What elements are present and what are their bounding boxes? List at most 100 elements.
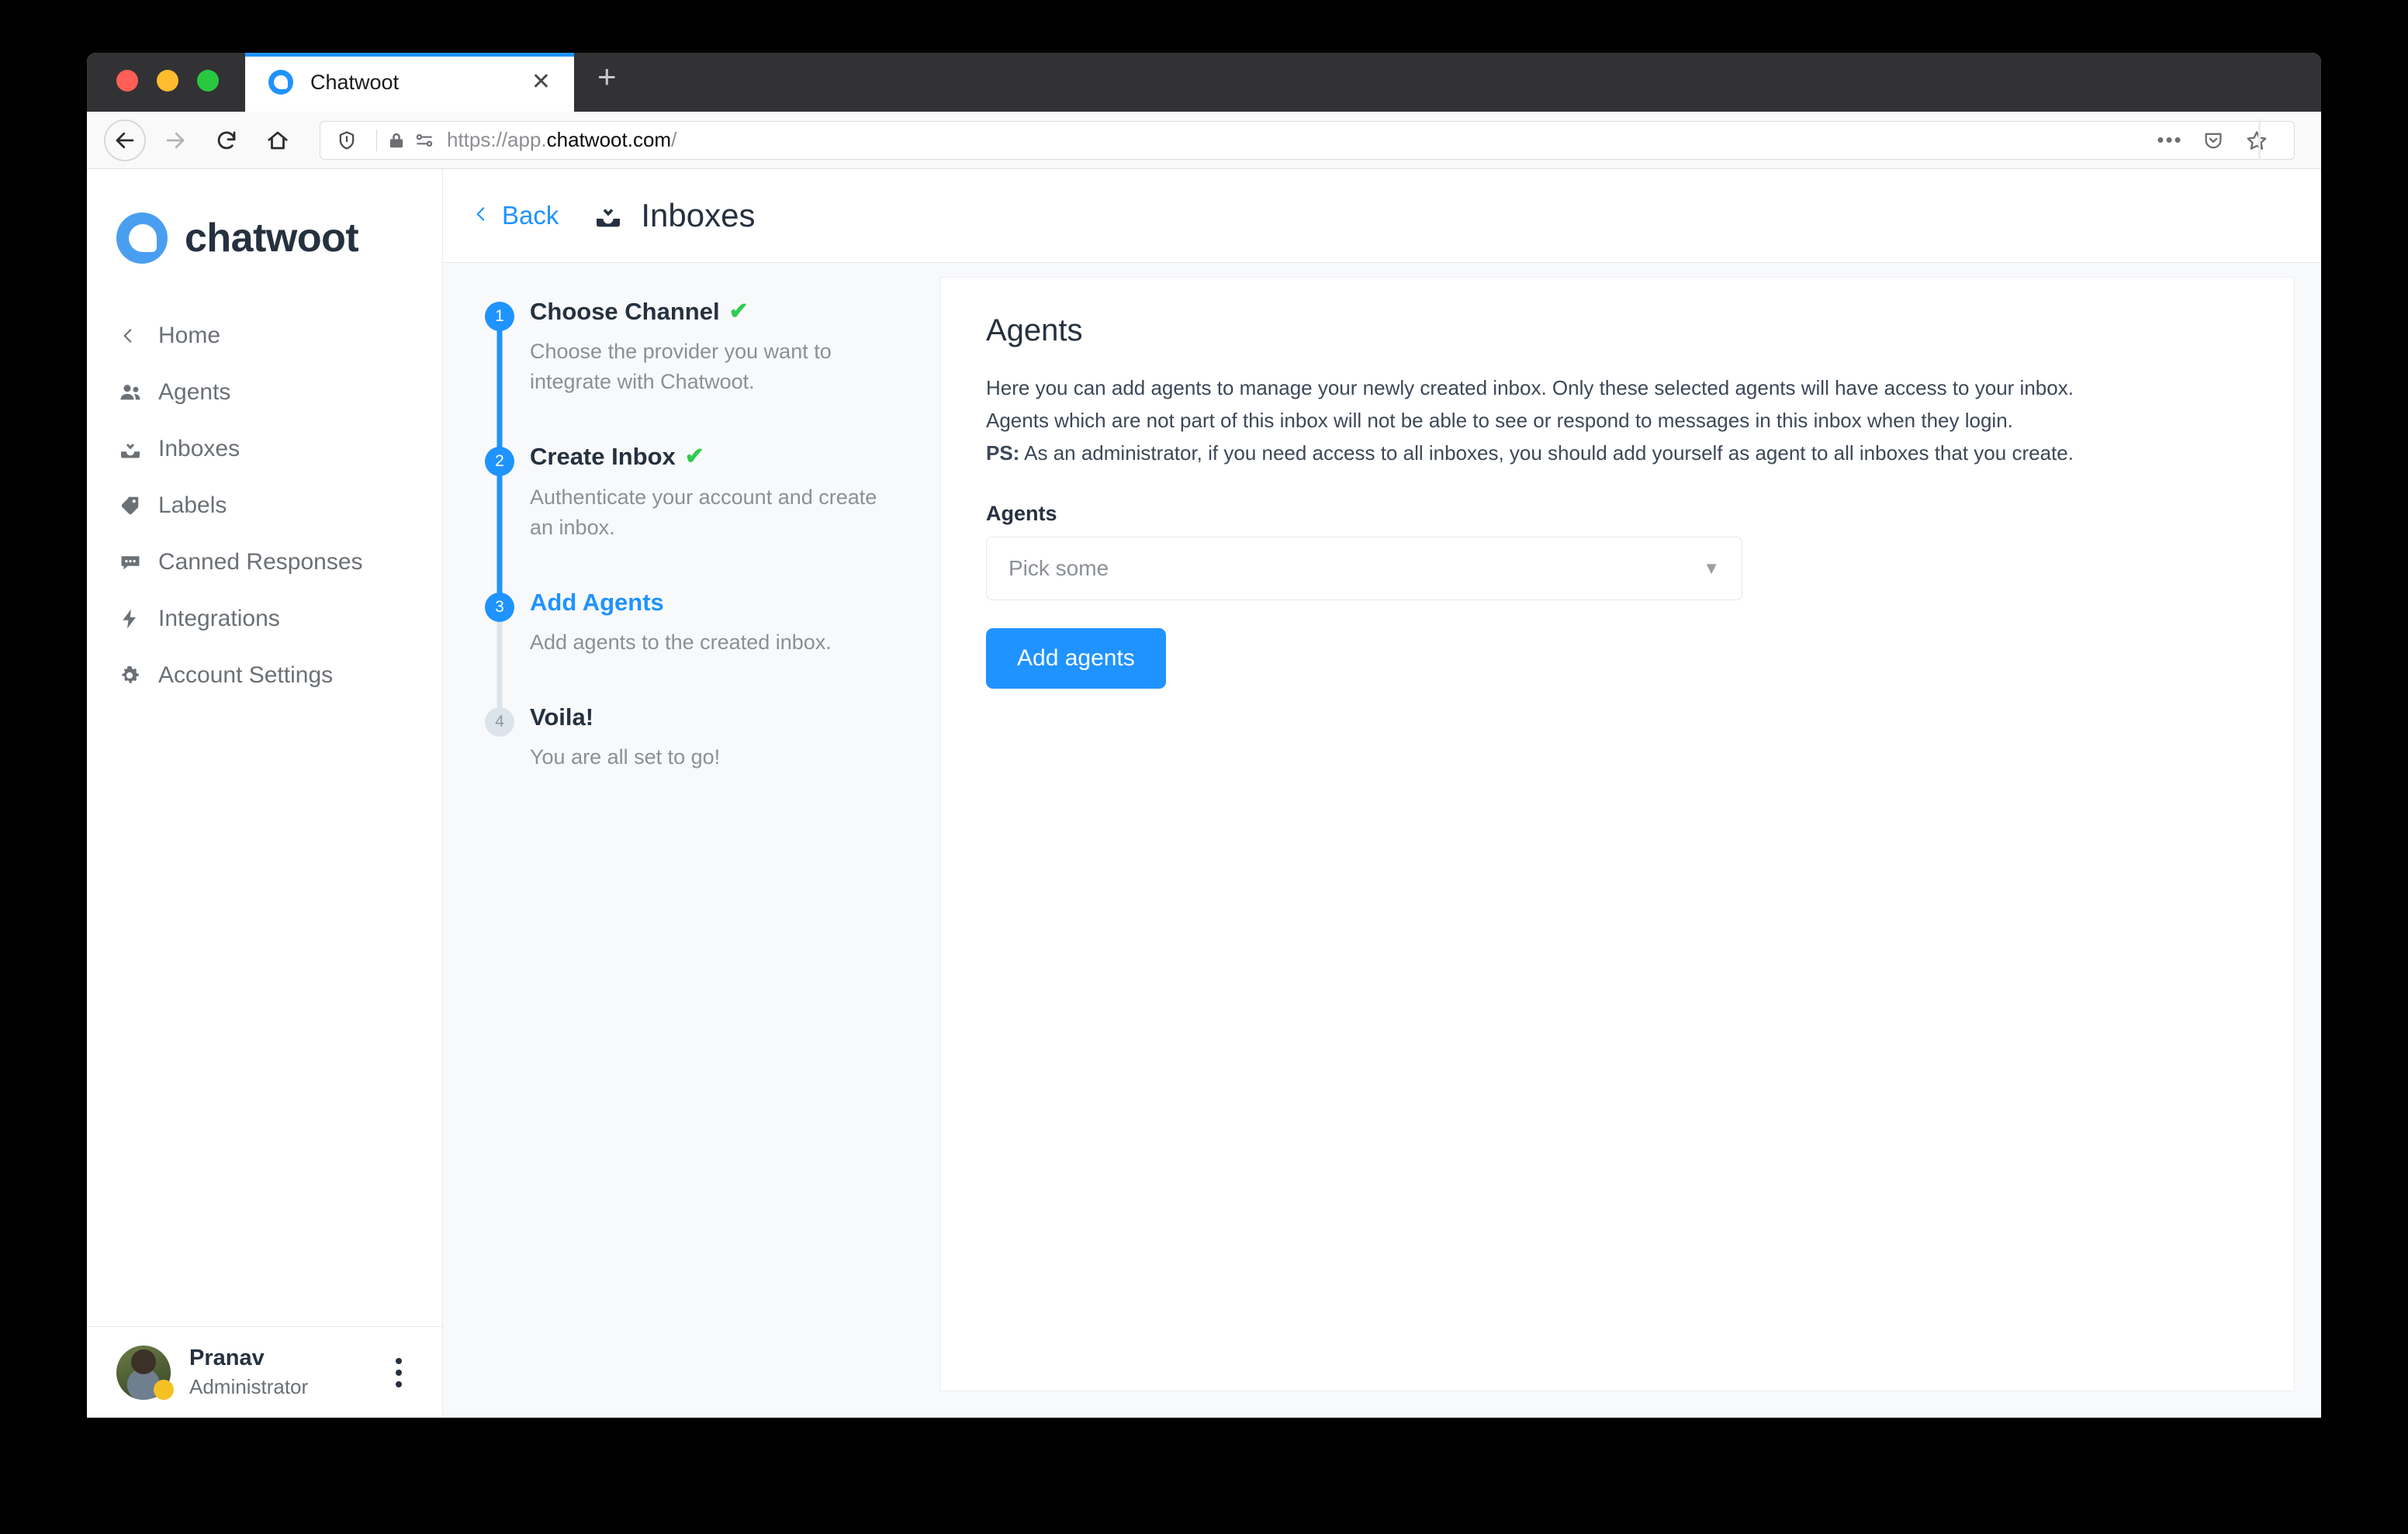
- address-bar-actions: •••: [2150, 123, 2282, 158]
- panel-description-1: Here you can add agents to manage your n…: [986, 376, 2074, 399]
- back-link[interactable]: Back: [471, 201, 559, 230]
- lock-icon[interactable]: [386, 130, 407, 150]
- browser-window: Chatwoot ✕ + https://app.chatwoot.com/ •…: [87, 53, 2321, 1418]
- content-area: 1 Choose Channel ✔ Choose the provider y…: [443, 263, 2321, 1418]
- wizard-steps: 1 Choose Channel ✔ Choose the provider y…: [443, 277, 940, 1391]
- step-number: 1: [485, 302, 514, 331]
- step-title: Choose Channel ✔: [530, 297, 940, 326]
- window-traffic-lights: [87, 70, 245, 112]
- sidebar-item-label: Inboxes: [158, 435, 240, 461]
- tag-icon: [118, 494, 158, 517]
- step-description: Add agents to the created inbox.: [530, 631, 832, 655]
- wizard-step-add-agents[interactable]: 3 Add Agents Add agents to the created i…: [469, 588, 940, 720]
- browser-tab[interactable]: Chatwoot ✕: [245, 53, 574, 112]
- step-rail: 1: [469, 297, 530, 460]
- page-actions-icon[interactable]: •••: [2150, 123, 2190, 158]
- sidebar-item-account-settings[interactable]: Account Settings: [87, 647, 442, 703]
- chatwoot-logo-icon: [268, 70, 293, 95]
- wizard-step-create-inbox[interactable]: 2 Create Inbox ✔ Authenticate your accou…: [469, 442, 940, 605]
- address-bar-divider: [376, 129, 377, 151]
- step-title: Add Agents: [530, 588, 940, 617]
- close-icon[interactable]: ✕: [508, 71, 574, 94]
- sidebar-item-canned-responses[interactable]: Canned Responses: [87, 534, 442, 590]
- step-number: 2: [485, 447, 514, 477]
- toolbar-overflow-marker: [2258, 119, 2261, 161]
- step-title-text: Add Agents: [530, 588, 664, 616]
- url-host: chatwoot.com: [546, 128, 672, 151]
- agents-select[interactable]: Pick some ▼: [986, 537, 1742, 601]
- user-name: Pranav: [189, 1346, 265, 1370]
- agents-field-label: Agents: [986, 502, 1057, 526]
- minimize-window-button[interactable]: [157, 70, 178, 92]
- step-connector: [496, 613, 503, 720]
- add-agents-button[interactable]: Add agents: [986, 628, 1166, 689]
- new-tab-button[interactable]: +: [574, 60, 638, 112]
- step-description: Choose the provider you want to integrat…: [530, 340, 832, 394]
- step-number: 3: [485, 592, 514, 622]
- main-content: Back Inboxes 1 Choose Channel ✔ Choose t…: [443, 169, 2321, 1418]
- step-rail: 2: [469, 442, 530, 605]
- app-body: chatwoot Home Agents Inboxes Labels Cann…: [87, 169, 2321, 1418]
- panel-description-2: Agents which are not part of this inbox …: [986, 409, 2013, 433]
- user-profile[interactable]: Pranav Administrator: [87, 1326, 442, 1418]
- sidebar-item-label: Integrations: [158, 605, 280, 631]
- bolt-icon: [118, 607, 158, 631]
- step-title-text: Choose Channel: [530, 298, 720, 325]
- users-icon: [118, 380, 158, 405]
- browser-nav-toolbar: https://app.chatwoot.com/ •••: [87, 112, 2321, 169]
- step-body: Add Agents Add agents to the created inb…: [530, 588, 940, 703]
- step-title: Voila!: [530, 703, 940, 731]
- chevron-left-icon: [118, 326, 158, 346]
- maximize-window-button[interactable]: [197, 70, 219, 92]
- sidebar-nav: Home Agents Inboxes Labels Canned Respon…: [87, 307, 442, 703]
- forward-button[interactable]: [154, 119, 197, 162]
- wizard-step-choose-channel[interactable]: 1 Choose Channel ✔ Choose the provider y…: [469, 297, 940, 460]
- browser-tab-strip: Chatwoot ✕ +: [87, 53, 2321, 112]
- address-bar-url: https://app.chatwoot.com/: [447, 128, 2150, 152]
- sidebar-item-integrations[interactable]: Integrations: [87, 590, 442, 647]
- step-description: You are all set to go!: [530, 745, 721, 769]
- back-button[interactable]: [104, 119, 146, 161]
- back-label: Back: [502, 201, 559, 230]
- sidebar-item-home[interactable]: Home: [87, 307, 442, 364]
- sidebar-item-inboxes[interactable]: Inboxes: [87, 420, 442, 477]
- wizard-step-voila[interactable]: 4 Voila! You are all set to go!: [469, 703, 940, 817]
- pocket-icon[interactable]: [2193, 123, 2233, 158]
- brand-name: chatwoot: [185, 216, 359, 261]
- step-body: Voila! You are all set to go!: [530, 703, 940, 817]
- agents-select-placeholder: Pick some: [1009, 556, 1109, 581]
- avatar: [116, 1345, 174, 1400]
- sidebar-item-label: Agents: [158, 378, 231, 405]
- reload-button[interactable]: [205, 119, 248, 162]
- check-icon: ✔: [728, 298, 749, 324]
- kebab-dot: [396, 1369, 402, 1376]
- user-info: Pranav Administrator: [189, 1346, 365, 1399]
- inbox-icon: [118, 437, 158, 461]
- star-icon[interactable]: [2237, 123, 2277, 158]
- sidebar-item-labels[interactable]: Labels: [87, 477, 442, 534]
- step-title-text: Create Inbox: [530, 443, 676, 471]
- home-button[interactable]: [256, 119, 299, 162]
- step-connector: [496, 323, 503, 460]
- panel-title: Agents: [986, 313, 1083, 347]
- close-window-button[interactable]: [116, 70, 138, 92]
- kebab-dot: [396, 1380, 402, 1387]
- check-icon: ✔: [684, 444, 704, 470]
- chevron-down-icon: ▼: [1703, 558, 1720, 579]
- page-header: Back Inboxes: [443, 169, 2321, 263]
- kebab-menu-icon[interactable]: [383, 1357, 414, 1387]
- address-bar[interactable]: https://app.chatwoot.com/ •••: [320, 120, 2295, 160]
- sidebar-item-label: Home: [158, 322, 221, 348]
- user-role: Administrator: [189, 1375, 309, 1398]
- step-title-text: Voila!: [530, 703, 594, 731]
- url-suffix: /: [671, 128, 677, 151]
- ps-text: As an administrator, if you need access …: [1019, 441, 2074, 465]
- step-rail: 4: [469, 703, 530, 817]
- sidebar-item-agents[interactable]: Agents: [87, 364, 442, 420]
- permissions-icon[interactable]: [414, 130, 434, 150]
- step-connector: [496, 468, 503, 605]
- chevron-left-icon: [471, 201, 491, 230]
- page-title: Inboxes: [641, 197, 756, 233]
- step-number: 4: [485, 707, 514, 738]
